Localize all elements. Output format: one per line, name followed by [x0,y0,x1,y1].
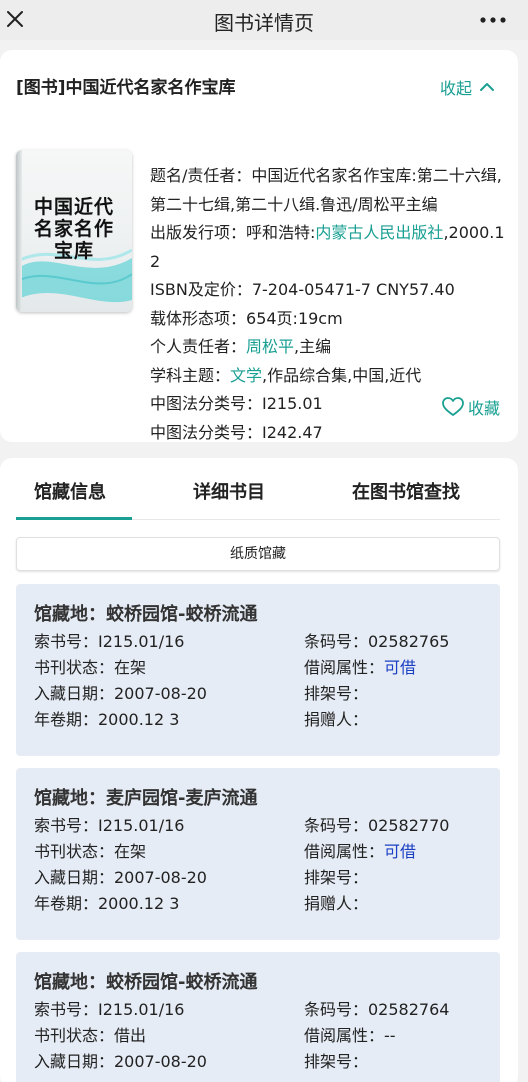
page-title: 图书详情页 [214,11,314,35]
tab-bar: 馆藏信息 详细书目 在图书馆查找 [16,458,500,520]
loan-attribute: 借阅属性：-- [304,1026,396,1045]
donor: 捐赠人： [304,894,369,913]
holding-status: 书刊状态：在架 [34,842,147,861]
subject-link[interactable]: 文学 [230,366,262,385]
loan-attribute: 借阅属性：可借 [304,842,417,861]
chevron-up-icon [480,83,494,91]
favorite-button[interactable]: 收藏 [442,395,500,419]
collapse-button[interactable]: 收起 [440,75,496,99]
author-link[interactable]: 周松平 [246,337,294,356]
subject-row: 学科主题：文学,作品综合集,中国,近代 [150,365,422,385]
barcode: 条码号：02582770 [304,816,450,835]
isbn-row: ISBN及定价：7-204-05471-7 CNY57.40 [150,280,455,299]
book-title: [图书]中国近代名家名作宝库 [16,78,236,98]
volume-issue: 年卷期：2000.12 3 [34,710,180,729]
top-bar: 图书详情页 [0,0,528,40]
book-cover[interactable]: 中国近代 名家名作 宝库 [16,150,132,312]
accession-date: 入藏日期：2007-08-20 [34,868,207,887]
cover-title: 中国近代 名家名作 宝库 [33,196,114,262]
book-info-card: [图书]中国近代名家名作宝库 收起 中国近代 名家名作 宝库 题名/责任者：中国近代… [0,50,518,442]
holding-status: 书刊状态：借出 [34,1026,147,1045]
accession-date: 入藏日期：2007-08-20 [34,1052,207,1071]
call-number: 索书号：I215.01/16 [34,1000,185,1019]
loan-attribute: 借阅属性：可借 [304,658,417,677]
tab-holdings[interactable]: 馆藏信息 [34,478,106,504]
more-icon[interactable] [480,17,506,23]
loan-value: 可借 [384,658,417,677]
holdings-card: 馆藏信息 详细书目 在图书馆查找 纸质馆藏 馆藏地：蛟桥园馆-蛟桥流通 索书号：… [0,458,518,1082]
call-number: 索书号：I215.01/16 [34,632,185,651]
title-responsibility-row: 题名/责任者：中国近代名家名作宝库:第二十六缉,第二十七缉,第二十八缉.鲁迅/周… [150,166,502,214]
shelf-number: 排架号： [304,1052,369,1071]
barcode: 条码号：02582765 [304,632,450,651]
publication-row: 出版发行项：呼和浩特:内蒙古人民出版社,2000.12 [150,223,505,271]
paper-holdings-button[interactable]: 纸质馆藏 [16,537,500,571]
carrier-row: 载体形态项：654页:19cm [150,308,343,328]
barcode: 条码号：02582764 [304,1000,450,1019]
holding-status: 书刊状态：在架 [34,658,147,677]
holding-location: 馆藏地：蛟桥园馆-蛟桥流通 [34,604,258,625]
tab-find-in-library[interactable]: 在图书馆查找 [352,478,460,504]
author-row: 个人责任者：周松平,主编 [150,337,332,356]
classification-row-2: 中图法分类号：I242.47 [150,422,323,442]
tab-catalog-details[interactable]: 详细书目 [193,478,265,504]
donor: 捐赠人： [304,710,369,729]
heart-icon [442,397,464,416]
active-tab-indicator [16,517,132,520]
holding-location: 馆藏地：蛟桥园馆-蛟桥流通 [34,972,258,993]
accession-date: 入藏日期：2007-08-20 [34,684,207,703]
favorite-label: 收藏 [467,399,500,418]
loan-value: 可借 [384,842,417,861]
holding-location: 馆藏地：麦庐园馆-麦庐流通 [34,788,258,809]
holding-item[interactable]: 馆藏地：麦庐园馆-麦庐流通 索书号：I215.01/16 书刊状态：在架 入藏日… [16,768,500,940]
shelf-number: 排架号： [304,684,369,703]
call-number: 索书号：I215.01/16 [34,816,185,835]
collapse-label: 收起 [439,79,472,98]
loan-value: -- [384,1026,396,1045]
holding-item[interactable]: 馆藏地：蛟桥园馆-蛟桥流通 索书号：I215.01/16 书刊状态：在架 入藏日… [16,584,500,756]
holding-item[interactable]: 馆藏地：蛟桥园馆-蛟桥流通 索书号：I215.01/16 书刊状态：借出 入藏日… [16,952,500,1082]
shelf-number: 排架号： [304,868,369,887]
publisher-link[interactable]: 内蒙古人民出版社 [315,223,443,242]
volume-issue: 年卷期：2000.12 3 [34,894,180,913]
